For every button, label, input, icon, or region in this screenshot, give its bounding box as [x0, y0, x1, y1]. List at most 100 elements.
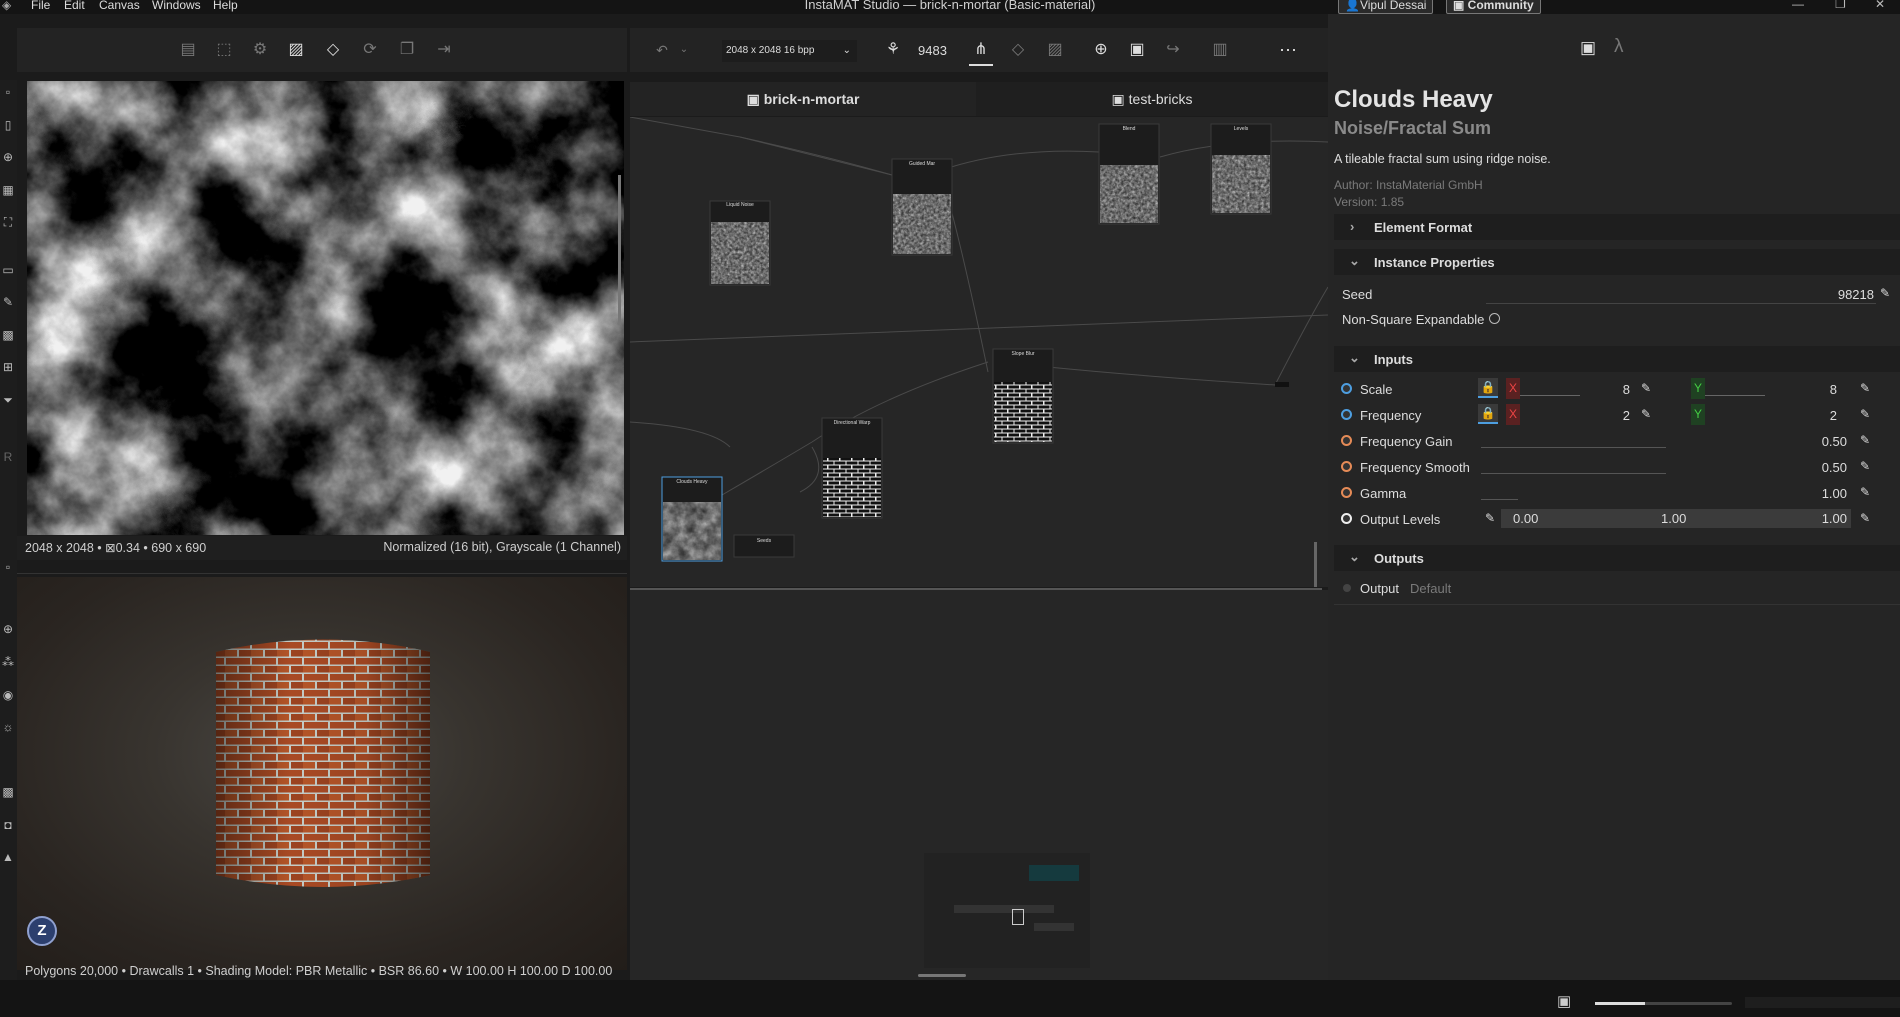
minimize-icon[interactable]: —: [1792, 0, 1804, 11]
edit-icon[interactable]: ✎: [1860, 381, 1870, 395]
checker-icon[interactable]: ▩: [1, 328, 15, 342]
secondary-graph-canvas[interactable]: [630, 590, 1328, 980]
camera-icon[interactable]: ◘: [1, 818, 15, 832]
gamma-slider[interactable]: 1.00: [1481, 482, 1851, 503]
edit-icon[interactable]: ✎: [1860, 459, 1870, 473]
edit-icon[interactable]: ✎: [1641, 381, 1651, 395]
3d-viewport[interactable]: Z: [17, 577, 627, 970]
resolution-select[interactable]: 2048 x 2048 16 bpp ⌄: [722, 40, 857, 62]
light-icon[interactable]: ☼: [1, 720, 15, 734]
splitter[interactable]: [17, 573, 627, 574]
save2-icon[interactable]: ▫: [1, 560, 15, 574]
chevron-down-icon[interactable]: ⌄: [674, 40, 694, 60]
section-outputs[interactable]: ⌄ Outputs: [1334, 545, 1900, 571]
edit-icon[interactable]: ✎: [1485, 511, 1495, 525]
r-icon[interactable]: R: [1, 450, 15, 464]
graph-scrollbar[interactable]: [1314, 542, 1317, 587]
input-socket-icon[interactable]: [1341, 383, 1352, 394]
library-icon[interactable]: ▥: [1210, 40, 1230, 60]
community-button[interactable]: ▣ Community: [1446, 0, 1541, 14]
edit-icon[interactable]: ✎: [1860, 433, 1870, 447]
frequency-x-input[interactable]: X2: [1506, 404, 1634, 425]
lambda-icon[interactable]: λ: [1614, 36, 1624, 58]
preview-scrollbar[interactable]: [618, 175, 621, 325]
nodes-icon[interactable]: ⁂: [1, 655, 15, 669]
clipboard-icon[interactable]: ▯: [1, 118, 15, 132]
input-socket-icon[interactable]: [1341, 487, 1352, 498]
restore-icon[interactable]: ❐: [1835, 0, 1846, 11]
settings-icon[interactable]: ⚙: [250, 40, 270, 60]
output-levels-range[interactable]: 0.00 1.00 1.00: [1501, 509, 1851, 528]
minimap-viewport[interactable]: [1012, 909, 1024, 925]
section-instance-properties[interactable]: ⌄ Instance Properties: [1334, 249, 1900, 275]
nonsquare-toggle[interactable]: [1489, 313, 1500, 324]
export-icon[interactable]: ⇥: [434, 40, 454, 60]
input-socket-icon[interactable]: [1341, 461, 1352, 472]
undo-icon[interactable]: ↶: [652, 40, 672, 60]
layout-icon[interactable]: ⊞: [1, 360, 15, 374]
grid-icon[interactable]: ▦: [1, 183, 15, 197]
2d-view-icon[interactable]: ▨: [1045, 40, 1065, 60]
mountain-icon[interactable]: ▲: [1, 850, 15, 864]
cube-icon[interactable]: ◇: [323, 40, 343, 60]
seed-field[interactable]: 9483: [910, 41, 955, 61]
filter-icon[interactable]: ⏷: [1, 393, 15, 407]
user-button[interactable]: 👤Vipul Dessai: [1338, 0, 1434, 14]
node-label[interactable]: Levels: [1211, 126, 1271, 132]
node-label[interactable]: Clouds Heavy: [662, 479, 722, 485]
tab-brick-n-mortar[interactable]: ▣ brick-n-mortar: [630, 82, 976, 116]
target2-icon[interactable]: ⊕: [1, 622, 15, 636]
seed-input[interactable]: 98218: [1486, 282, 1876, 304]
input-socket-icon[interactable]: [1341, 513, 1352, 524]
texture-preview[interactable]: [27, 81, 624, 535]
scale-y-input[interactable]: Y8: [1691, 378, 1841, 399]
edit-icon[interactable]: ✎: [1860, 407, 1870, 421]
edit-icon[interactable]: ✎: [1860, 511, 1870, 525]
copy-icon[interactable]: ❐: [397, 40, 417, 60]
frequency-smooth-slider[interactable]: 0.50: [1481, 456, 1851, 477]
checker2-icon[interactable]: ▩: [1, 785, 15, 799]
pencil-icon[interactable]: ✎: [1, 295, 15, 309]
tab-test-bricks[interactable]: ▣ test-bricks: [976, 82, 1328, 116]
lock-icon[interactable]: 🔒: [1478, 378, 1498, 398]
edit-icon[interactable]: ✎: [1880, 286, 1890, 300]
node-graph-canvas[interactable]: Liquid Noise Guided Mar Blend Levels Slo…: [630, 117, 1328, 587]
save-graph-icon[interactable]: ▣: [1127, 40, 1147, 60]
edit-icon[interactable]: ✎: [1641, 407, 1651, 421]
input-socket-icon[interactable]: [1341, 409, 1352, 420]
section-inputs[interactable]: ⌄ Inputs: [1334, 346, 1900, 372]
image-icon[interactable]: ▨: [286, 40, 306, 60]
node-label[interactable]: Seeds: [734, 538, 794, 544]
3d-view-icon[interactable]: ◇: [1008, 40, 1028, 60]
share-icon[interactable]: ↪: [1163, 40, 1183, 60]
rectangle-icon[interactable]: ▭: [1, 263, 15, 277]
frequency-y-input[interactable]: Y2: [1691, 404, 1841, 425]
edit-icon[interactable]: ✎: [1860, 485, 1870, 499]
refresh-icon[interactable]: ⟳: [360, 40, 380, 60]
channels-icon[interactable]: ▤: [178, 40, 198, 60]
scale-x-input[interactable]: X8: [1506, 378, 1634, 399]
target-icon[interactable]: ⊕: [1, 150, 15, 164]
close-icon[interactable]: ✕: [1875, 0, 1885, 11]
frame-icon[interactable]: ⛶: [1, 215, 15, 229]
input-socket-icon[interactable]: [1341, 435, 1352, 446]
node-label[interactable]: Liquid Noise: [710, 202, 770, 208]
properties-icon[interactable]: ▣: [1580, 38, 1596, 58]
node-label[interactable]: Guided Mar: [892, 161, 952, 167]
add-node-icon[interactable]: ⊕: [1091, 40, 1111, 60]
graph-view-icon[interactable]: ⋔: [971, 40, 991, 60]
output-socket-icon[interactable]: [1343, 584, 1351, 592]
lock-icon[interactable]: 🔒: [1478, 404, 1498, 424]
node-label[interactable]: Slope Blur: [993, 351, 1053, 357]
eye-icon[interactable]: ◉: [1, 688, 15, 702]
avatar[interactable]: Z: [27, 916, 57, 946]
frequency-gain-slider[interactable]: 0.50: [1481, 430, 1851, 451]
tile-icon[interactable]: ⬚: [214, 40, 234, 60]
graph-h-scrollbar[interactable]: [918, 974, 966, 977]
node-label[interactable]: Blend: [1099, 126, 1159, 132]
save-icon[interactable]: ▫: [1, 85, 15, 99]
minimap[interactable]: [924, 853, 1090, 968]
chip-icon[interactable]: ▣: [1557, 992, 1571, 1010]
more-icon[interactable]: ⋯: [1278, 40, 1298, 60]
section-element-format[interactable]: › Element Format: [1334, 214, 1900, 240]
